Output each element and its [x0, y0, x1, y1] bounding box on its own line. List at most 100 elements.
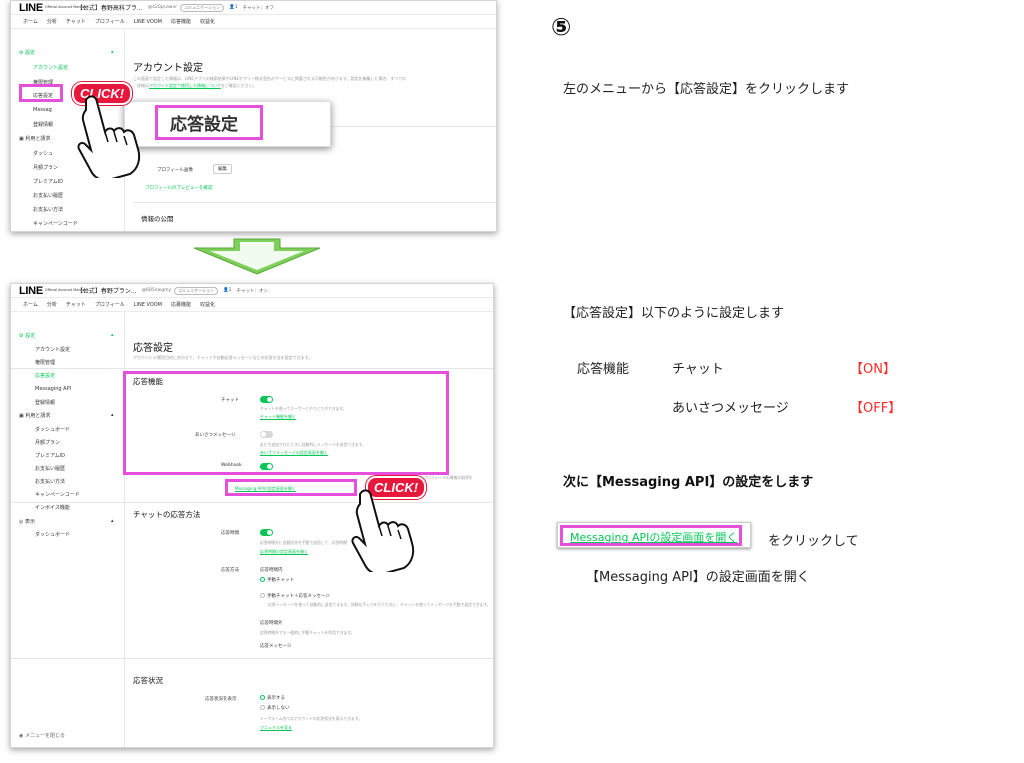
desc-prefix: 、詳細は: [133, 83, 149, 88]
sidebar2-display[interactable]: ◎ 表示: [19, 518, 35, 525]
nav-chat-2[interactable]: チャット: [66, 301, 86, 308]
radio-empty-icon: [260, 593, 265, 598]
nav-response-2[interactable]: 応募機能: [171, 301, 191, 308]
manual-link[interactable]: マニュアルを見る: [260, 725, 292, 731]
sidebar-item-campaign-code[interactable]: キャンペーンコード: [33, 220, 78, 227]
plan-pill-2: コミュニケーション: [174, 286, 219, 295]
account-name[interactable]: 【公式】春野高科プラ...: [77, 3, 143, 12]
instruction-next: 次に【Messaging API】の設定をします: [563, 475, 814, 490]
step-number: ⑤: [551, 13, 572, 41]
instruction-step5: 左のメニューから【応答設定】をクリックします: [563, 82, 850, 97]
line-logo-2: LINE: [19, 284, 43, 297]
sidebar2-item-invoice[interactable]: インボイス機能: [35, 504, 70, 511]
hand-cursor-icon: [77, 95, 141, 178]
sidebar2-item-plan[interactable]: 月額プラン: [35, 439, 60, 446]
close-menu-button[interactable]: ◉ メニューを閉じる: [19, 732, 65, 739]
nav-home-2[interactable]: ホーム: [23, 301, 38, 308]
edit-button[interactable]: 編集: [213, 164, 232, 174]
chevron-up-icon[interactable]: ▴: [111, 412, 114, 418]
instruction-open: 【Messaging API】の設定画面を開く: [586, 570, 810, 585]
radio-show-label: 表示する: [267, 696, 285, 701]
sidebar-billing[interactable]: ▣ 利用と請求: [19, 135, 50, 142]
nav-monetize[interactable]: 収益化: [200, 18, 215, 25]
radio-empty-icon: [260, 705, 265, 710]
sidebar2-item-response-settings[interactable]: 応答設定: [35, 372, 55, 379]
status-desc: トークルーム内ではアカウントの応答状況を表示できます。: [260, 716, 362, 721]
sidebar2-item-account-settings[interactable]: アカウント設定: [35, 346, 70, 353]
main-nav-2: ホーム 分析 チャット プロフィール LINE VOOM 応募機能 収益化: [11, 298, 493, 312]
radio-manual-label: 手動チャット: [267, 578, 294, 583]
section-status: 応答状況: [133, 676, 163, 685]
desc-link[interactable]: アカウント設定で使用した情報について: [149, 83, 221, 88]
sidebar-item-registration[interactable]: 登録情報: [33, 121, 53, 128]
sidebar2-item-dashboard2[interactable]: ダッシュボード: [35, 531, 70, 538]
nav-profile-2[interactable]: プロフィール: [95, 301, 125, 308]
nav-analytics-2[interactable]: 分析: [47, 301, 57, 308]
zoom-label: 応答設定: [170, 115, 238, 135]
member-count-2: 👤1: [223, 288, 232, 293]
highlight-sidebar-response: [19, 84, 63, 102]
sidebar-item-messaging[interactable]: Messag: [33, 107, 52, 113]
top-bar: LINE Official Account Manager 【公式】春野高科プラ…: [11, 1, 496, 15]
page-title-2: 応答設定: [133, 343, 173, 354]
hours-desc: 応答時間外に自動応答を手動で返信して、応答時間: [260, 540, 348, 545]
sidebar-item-account-settings[interactable]: アカウント設定: [33, 64, 68, 71]
nav-line-voom[interactable]: LINE VOOM: [134, 19, 162, 25]
sidebar2-item-payment-method[interactable]: お支払い方法: [35, 478, 65, 485]
sidebar2-item-registration[interactable]: 登録情報: [35, 399, 55, 406]
divider: [11, 502, 493, 503]
chevron-up-icon[interactable]: ▴: [111, 49, 114, 55]
sidebar-item-plan[interactable]: 月額プラン: [33, 164, 58, 171]
label-greeting: あいさつメッセージ: [672, 401, 789, 416]
chevron-up-icon[interactable]: ▴: [111, 518, 114, 524]
hours-toggle[interactable]: [260, 529, 273, 536]
page-title: アカウント設定: [133, 63, 203, 74]
down-arrow-icon: [193, 238, 321, 275]
sidebar2-item-campaign-code[interactable]: キャンペーンコード: [35, 491, 80, 498]
hours-link[interactable]: 応答時間の設定画面を開く: [260, 549, 308, 555]
nav-response[interactable]: 応答機能: [171, 18, 191, 25]
chevron-up-icon[interactable]: ▴: [111, 332, 114, 338]
sidebar-item-dashboard[interactable]: ダッシュ: [33, 150, 53, 157]
sidebar2-item-payment-history[interactable]: お支払い履歴: [35, 465, 65, 472]
nav-chat[interactable]: チャット: [66, 18, 86, 25]
desc-suffix: をご確認ください。: [220, 83, 257, 88]
sidebar-item-premium-id[interactable]: プレミアムID: [33, 178, 63, 185]
radio-manual-auto[interactable]: 手動チャット＋応答メッセージ: [260, 593, 330, 599]
divider: [11, 368, 493, 369]
account-name-2[interactable]: 【公式】春野プラン...: [77, 286, 137, 295]
nav-line-voom-2[interactable]: LINE VOOM: [134, 302, 162, 308]
sidebar2-item-premium-id[interactable]: プレミアムID: [35, 452, 65, 459]
chat-status[interactable]: チャット：オフ: [243, 5, 274, 11]
section-chat-method: チャットの応答方法: [133, 510, 201, 519]
member-count-value: 1: [234, 5, 238, 10]
account-id-2: @685nwgmy: [141, 288, 172, 293]
divider-2: [133, 202, 496, 203]
sidebar-item-payment-history[interactable]: お支払い履歴: [33, 192, 63, 199]
sidebar-item-payment-method[interactable]: お支払い方法: [33, 206, 63, 213]
out-hours-label: 応答時間外: [260, 621, 283, 626]
hand-cursor-icon: [351, 489, 415, 572]
chat-status-2[interactable]: チャット：オン: [237, 288, 268, 294]
highlight-response-functions: [123, 371, 449, 475]
close-menu-label: メニューを閉じる: [24, 733, 65, 739]
label-response-function: 応答機能: [577, 362, 630, 377]
radio-show[interactable]: 表示する: [260, 695, 285, 701]
nav-home[interactable]: ホーム: [23, 18, 38, 25]
nav-profile[interactable]: プロフィール: [95, 18, 125, 25]
sidebar-settings[interactable]: ⚙ 設定: [19, 49, 35, 56]
radio-manual[interactable]: 手動チャット: [260, 577, 294, 583]
sidebar2-billing[interactable]: ▣ 利用と請求: [19, 412, 50, 419]
sidebar2-item-messaging-api[interactable]: Messaging API: [35, 386, 71, 392]
sidebar2-settings[interactable]: ⚙ 設定: [19, 332, 35, 339]
sidebar2-item-permissions[interactable]: 権限管理: [35, 359, 55, 366]
profile-image-label: プロフィール画像: [157, 168, 193, 173]
nav-analytics[interactable]: 分析: [47, 18, 57, 25]
out-hours-desc: 応答時間外でも一般的に手動チャットを利用できます。: [260, 630, 355, 635]
response-message-label: 応答メッセージ: [260, 644, 292, 649]
nav-monetize-2[interactable]: 収益化: [200, 301, 215, 308]
radio-hide[interactable]: 表示しない: [260, 705, 290, 711]
preview-link[interactable]: プロフィールのプレビューを確認: [145, 185, 212, 191]
messaging-api-link-text[interactable]: Messaging APIの設定画面を開く: [570, 529, 737, 545]
sidebar2-item-dashboard[interactable]: ダッシュボード: [35, 426, 70, 433]
